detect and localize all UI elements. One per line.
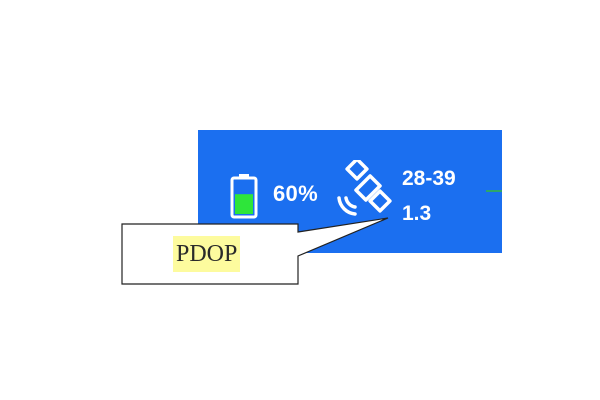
battery-icon: [230, 174, 258, 219]
screenshot-stage: 60% 28-39 1.3 PDOP: [0, 0, 600, 400]
satellite-count: 28-39: [402, 167, 456, 190]
battery-level-fill: [235, 194, 253, 214]
satellite-icon: [337, 160, 392, 216]
edge-indicator-line: [486, 190, 502, 192]
pdop-value: 1.3: [402, 202, 432, 225]
callout-label: PDOP: [173, 236, 241, 272]
battery-percentage: 60%: [273, 181, 318, 206]
